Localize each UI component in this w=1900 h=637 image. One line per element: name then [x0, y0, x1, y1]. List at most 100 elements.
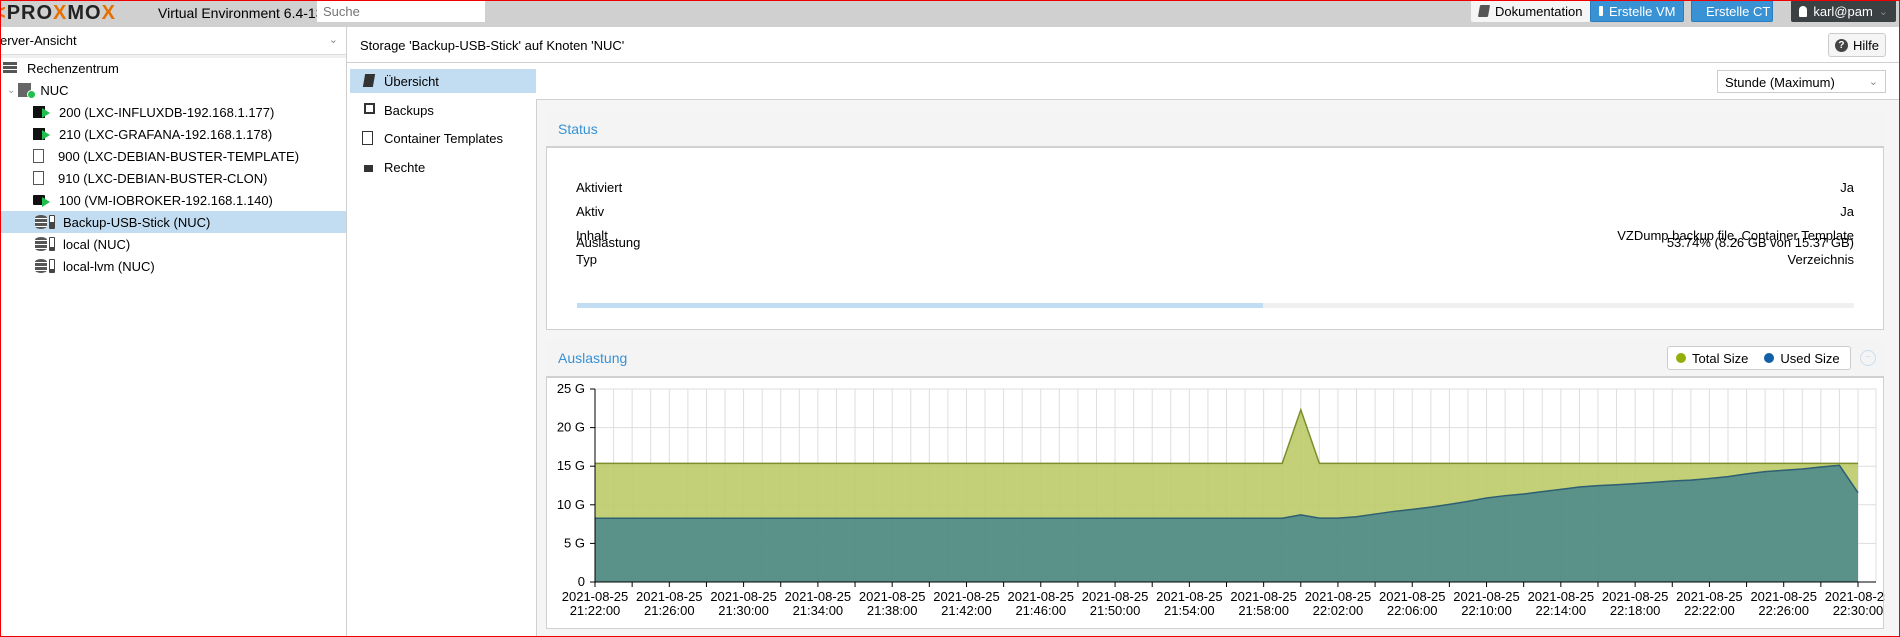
x-tick-label-time: 21:50:00 — [1090, 603, 1141, 618]
tree-item[interactable]: 910 (LXC-DEBIAN-BUSTER-CLON) — [0, 167, 346, 189]
x-tick-label-time: 21:26:00 — [644, 603, 695, 618]
tree-item[interactable]: 210 (LXC-GRAFANA-192.168.1.178) — [0, 123, 346, 145]
x-tick-label-time: 22:22:00 — [1684, 603, 1735, 618]
x-tick-label-date: 2021-08-25 — [562, 589, 629, 604]
tree-item-label: local (NUC) — [63, 236, 131, 252]
server-rack-icon — [3, 62, 17, 74]
x-tick-label-date: 2021-08-25 — [1750, 589, 1817, 604]
timeframe-select[interactable]: Stunde (Maximum) ⌄ — [1717, 70, 1886, 93]
x-tick-label-date: 2021-08-25 — [1453, 589, 1520, 604]
x-tick-label-time: 22:30:00 — [1833, 603, 1884, 618]
play-icon — [42, 130, 50, 140]
x-tick-label-date: 2021-08-25 — [859, 589, 926, 604]
tree-item[interactable]: 900 (LXC-DEBIAN-BUSTER-TEMPLATE) — [0, 145, 346, 167]
usage-panel-body: 05 G 10 G 15 G 20 G 25 G 2021-08-25 21:22:00 20… — [546, 377, 1891, 629]
tree-item-label: 100 (VM-IOBROKER-192.168.1.140) — [59, 192, 273, 208]
user-icon — [1799, 5, 1808, 17]
logo-text: PRO — [6, 2, 54, 24]
vm-running-icon — [33, 195, 50, 207]
x-tick-label-time: 22:06:00 — [1387, 603, 1438, 618]
x-tick-label-time: 21:34:00 — [793, 603, 844, 618]
x-tick-label-time: 22:14:00 — [1536, 603, 1587, 618]
container-template-icon — [33, 149, 44, 163]
y-tick-label: 25 G — [557, 381, 585, 396]
expand-chevron-icon[interactable]: ⌄ — [7, 85, 15, 96]
tree-item-node[interactable]: ⌄ NUC — [0, 79, 346, 101]
tree-item[interactable]: local-lvm (NUC) — [0, 255, 346, 277]
tree-item-label: Backup-USB-Stick (NUC) — [63, 214, 211, 230]
container-running-icon — [33, 128, 50, 140]
x-tick-label-time: 22:02:00 — [1313, 603, 1364, 618]
usage-label: Auslastung — [576, 235, 641, 250]
undo-zoom-button[interactable]: − — [1860, 350, 1876, 366]
x-tick-label-date: 2021-08-25 — [785, 589, 852, 604]
tree-item-label: 200 (LXC-INFLUXDB-192.168.1.177) — [59, 104, 275, 120]
tree-item-label: Rechenzentrum — [27, 60, 119, 76]
x-tick-label-date: 2021-08-25 — [1602, 589, 1669, 604]
legend-total-size[interactable]: Total Size — [1692, 351, 1748, 366]
x-tick-label-time: 22:10:00 — [1461, 603, 1512, 618]
documentation-button[interactable]: Dokumentation — [1471, 0, 1591, 22]
view-selector[interactable]: erver-Ansicht ⌄ — [0, 27, 346, 55]
storage-icon — [35, 237, 55, 251]
y-tick-label: 0 — [578, 574, 585, 589]
x-tick-label-date: 2021-08-25 — [1676, 589, 1743, 604]
template-icon — [362, 131, 373, 145]
nav-item-overview[interactable]: Übersicht — [350, 69, 536, 93]
x-tick-label-time: 21:42:00 — [941, 603, 992, 618]
tree-item-label: local-lvm (NUC) — [63, 258, 155, 274]
status-row-value: Ja — [1840, 204, 1854, 219]
create-vm-button[interactable]: Erstelle VM — [1590, 0, 1684, 22]
logo-text: X — [101, 2, 116, 24]
version-label: Virtual Environment 6.4-13 — [158, 5, 324, 21]
tree-item-label: NUC — [40, 82, 69, 98]
node-online-icon — [18, 83, 37, 99]
x-tick-label-time: 21:22:00 — [570, 603, 621, 618]
tree-item[interactable]: Backup-USB-Stick (NUC) — [0, 211, 346, 233]
create-ct-button[interactable]: Erstelle CT — [1691, 0, 1773, 22]
nav-item-permissions[interactable]: Rechte — [350, 155, 536, 179]
usage-chart: 05 G10 G15 G20 G25 G2021-08-2521:22:0020… — [557, 381, 1891, 618]
y-tick-label: 15 G — [557, 458, 585, 473]
play-icon — [42, 197, 50, 207]
legend-dot-total — [1676, 353, 1686, 363]
legend-used-size[interactable]: Used Size — [1780, 351, 1839, 366]
y-tick-label: 5 G — [564, 535, 585, 550]
x-tick-label-time: 22:18:00 — [1610, 603, 1661, 618]
usage-progress-bar — [577, 303, 1854, 308]
x-tick-label-date: 2021-08-25 — [1082, 589, 1149, 604]
container-running-icon — [33, 106, 50, 118]
status-row-label: Aktiviert — [576, 180, 623, 195]
user-label: karl@pam — [1813, 3, 1873, 19]
tree-item[interactable]: 100 (VM-IOBROKER-192.168.1.140) — [0, 189, 346, 211]
search-input[interactable] — [317, 1, 485, 22]
tree-item[interactable]: local (NUC) — [0, 233, 346, 255]
help-button[interactable]: ? Hilfe — [1828, 33, 1886, 57]
nav-item-label: Container Templates — [384, 130, 503, 146]
x-tick-label-date: 2021-08-25 — [636, 589, 703, 604]
chevron-down-icon: ⌄ — [1878, 5, 1888, 18]
chart-legend: Total Size Used Size — [1667, 346, 1851, 370]
user-menu[interactable]: karl@pam ⌄ — [1791, 0, 1896, 22]
tree-item[interactable]: 200 (LXC-INFLUXDB-192.168.1.177) — [0, 101, 346, 123]
proxmox-logo: <PROXMOX — [0, 2, 116, 25]
logo-text: MO — [67, 2, 102, 24]
tree-item-label: 900 (LXC-DEBIAN-BUSTER-TEMPLATE) — [58, 148, 300, 164]
usage-value: 53.74% (8.26 GB von 15.37 GB) — [1666, 235, 1854, 250]
create-ct-label: Erstelle CT — [1706, 3, 1771, 19]
x-tick-label-date: 2021-08-25 — [1305, 589, 1372, 604]
nav-item-backups[interactable]: Backups — [350, 98, 536, 122]
x-tick-label-date: 2021-08-25 — [1008, 589, 1074, 604]
x-tick-label-date: 2021-08-25 — [1379, 589, 1446, 604]
tree-item-datacenter[interactable]: Rechenzentrum — [0, 57, 346, 79]
y-tick-label: 20 G — [557, 420, 585, 435]
nav-item-label: Rechte — [384, 159, 426, 175]
tree-item-label: 210 (LXC-GRAFANA-192.168.1.178) — [59, 126, 273, 142]
x-tick-label-time: 21:46:00 — [1015, 603, 1066, 618]
chevron-down-icon: ⌄ — [328, 34, 338, 46]
page-title: Storage 'Backup-USB-Stick' auf Knoten 'N… — [360, 38, 625, 53]
nav-item-container-templates[interactable]: Container Templates — [350, 126, 536, 150]
chevron-down-icon: ⌄ — [1868, 76, 1878, 88]
status-row-label: Typ — [576, 252, 597, 267]
top-bar: <PROXMOX Virtual Environment 6.4-13 Doku… — [0, 0, 1900, 27]
